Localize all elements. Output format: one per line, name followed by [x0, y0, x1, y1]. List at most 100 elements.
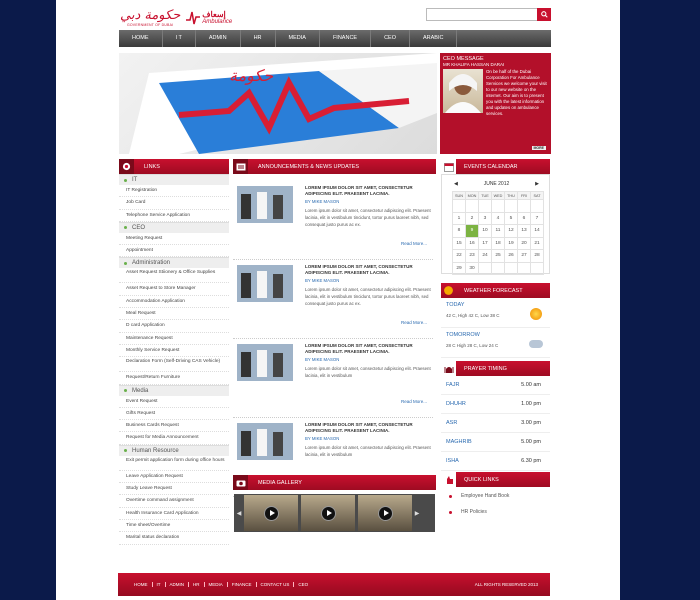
play-icon[interactable]: [263, 505, 279, 521]
calendar-day[interactable]: 29: [452, 261, 466, 275]
nav-item-7[interactable]: ARABIC: [410, 30, 458, 47]
calendar-day[interactable]: 26: [504, 249, 518, 263]
link-item[interactable]: Asset Request Stiionery & Office Supplie…: [119, 268, 229, 284]
calendar-day[interactable]: 2: [465, 211, 479, 225]
nav-item-4[interactable]: MEDIA: [276, 30, 320, 47]
announcement-title[interactable]: LOREM IPSUM DOLOR SIT AMET, CONSECTETUR …: [305, 422, 433, 434]
link-item[interactable]: Asset Request to Store Manager: [119, 283, 229, 296]
quick-link-label[interactable]: HR Policies: [461, 509, 487, 515]
gallery-video[interactable]: [358, 495, 412, 531]
link-item[interactable]: Event Request: [119, 396, 229, 408]
calendar-day[interactable]: 14: [530, 224, 544, 238]
calendar-day[interactable]: 4: [491, 211, 505, 225]
link-item[interactable]: Leave Application Request: [119, 471, 229, 484]
link-item[interactable]: Request/Return Furniture: [119, 372, 229, 385]
nav-item-6[interactable]: CEO: [371, 30, 410, 47]
nav-item-2[interactable]: ADMIN: [196, 30, 241, 47]
play-icon[interactable]: [377, 505, 393, 521]
nav-item-0[interactable]: HOME: [119, 30, 163, 47]
calendar-day[interactable]: 9: [465, 224, 479, 238]
footer-link[interactable]: HR: [189, 582, 205, 587]
calendar-day[interactable]: 13: [517, 224, 531, 238]
announcement-photo[interactable]: [237, 344, 293, 381]
calendar-day[interactable]: 15: [452, 236, 466, 250]
announcement-author[interactable]: BY MIKE MASON: [305, 357, 339, 362]
read-more-link[interactable]: Read More...: [401, 320, 427, 325]
quick-link[interactable]: HR Policies: [441, 504, 550, 520]
link-item[interactable]: D card Application: [119, 320, 229, 333]
calendar-day[interactable]: 1: [452, 211, 466, 225]
calendar-day[interactable]: 11: [491, 224, 505, 238]
calendar-day[interactable]: 20: [517, 236, 531, 250]
link-item[interactable]: Overtime command assignment: [119, 495, 229, 508]
header-logos[interactable]: حكومة دبي GOVERNMENT OF DUBAI إسعاف Ambu…: [120, 7, 232, 29]
link-item[interactable]: Business Cards Request: [119, 420, 229, 433]
link-item[interactable]: Time sheet/Overtime: [119, 520, 229, 533]
footer-link[interactable]: MEDIA: [205, 582, 228, 587]
link-item[interactable]: Request for Media Announcement: [119, 432, 229, 445]
announcement-title[interactable]: LOREM IPSUM DOLOR SIT AMET, CONSECTETUR …: [305, 264, 433, 276]
calendar-day[interactable]: 24: [478, 249, 492, 263]
search-input[interactable]: [426, 8, 537, 21]
calendar-day[interactable]: 21: [530, 236, 544, 250]
calendar-day[interactable]: 7: [530, 211, 544, 225]
calendar-day[interactable]: 10: [478, 224, 492, 238]
gov-dubai-logo[interactable]: حكومة دبي GOVERNMENT OF DUBAI: [120, 9, 180, 27]
calendar-day[interactable]: 25: [491, 249, 505, 263]
link-item[interactable]: Accommodation Application: [119, 296, 229, 309]
footer-link[interactable]: FINANCE: [228, 582, 257, 587]
announcement-author[interactable]: BY MIKE MASON: [305, 278, 339, 283]
play-icon[interactable]: [320, 505, 336, 521]
nav-item-5[interactable]: FINANCE: [320, 30, 372, 47]
link-item[interactable]: Maintenance Request: [119, 333, 229, 345]
link-item[interactable]: Marital status declaration: [119, 532, 229, 545]
announcement-title[interactable]: LOREM IPSUM DOLOR SIT AMET, CONSECTETUR …: [305, 185, 433, 197]
link-item[interactable]: IT Registration: [119, 185, 229, 198]
footer-link[interactable]: IT: [153, 582, 166, 587]
calendar-day[interactable]: 12: [504, 224, 518, 238]
calendar-day[interactable]: 30: [465, 261, 479, 275]
calendar-day[interactable]: 16: [465, 236, 479, 250]
announcement-author[interactable]: BY MIKE MASON: [305, 436, 339, 441]
quick-link[interactable]: Employee Hand Book: [441, 488, 550, 504]
calendar-day[interactable]: 5: [504, 211, 518, 225]
calendar-day[interactable]: 17: [478, 236, 492, 250]
footer-link[interactable]: CEO: [294, 582, 312, 587]
link-item[interactable]: Health Insurance Card Application: [119, 508, 229, 520]
calendar-day[interactable]: 28: [530, 249, 544, 263]
read-more-link[interactable]: Read More...: [401, 241, 427, 246]
link-item[interactable]: Study Leave Request: [119, 483, 229, 496]
gallery-video[interactable]: [244, 495, 298, 531]
link-item[interactable]: Job Card: [119, 197, 229, 210]
calendar-day[interactable]: 18: [491, 236, 505, 250]
footer-link[interactable]: ADMIN: [166, 582, 189, 587]
calendar-next-icon[interactable]: ▶: [535, 181, 539, 187]
announcement-photo[interactable]: [237, 423, 293, 460]
calendar-day[interactable]: 23: [465, 249, 479, 263]
calendar-prev-icon[interactable]: ◀: [454, 181, 458, 187]
calendar-day[interactable]: 6: [517, 211, 531, 225]
calendar-day[interactable]: 22: [452, 249, 466, 263]
calendar-day[interactable]: 27: [517, 249, 531, 263]
link-item[interactable]: Meal Request: [119, 308, 229, 321]
link-item[interactable]: Gifts Request: [119, 408, 229, 421]
nav-item-3[interactable]: HR: [241, 30, 276, 47]
ambulance-logo[interactable]: إسعاف Ambulance: [186, 10, 232, 26]
calendar-day[interactable]: 8: [452, 224, 466, 238]
link-item[interactable]: Meeting Request: [119, 233, 229, 246]
calendar-day[interactable]: 19: [504, 236, 518, 250]
read-more-link[interactable]: Read More...: [401, 399, 427, 404]
nav-item-1[interactable]: I T: [163, 30, 196, 47]
ceo-more-button[interactable]: MORE: [531, 146, 546, 150]
announcement-photo[interactable]: [237, 265, 293, 302]
calendar-day[interactable]: 3: [478, 211, 492, 225]
gallery-next-icon[interactable]: ▶: [415, 505, 420, 521]
link-item[interactable]: Monthly Service Request: [119, 345, 229, 358]
link-item[interactable]: Declaration Form (Self-Driving CAS Vehic…: [119, 357, 229, 373]
footer-link[interactable]: HOME: [130, 582, 153, 587]
link-item[interactable]: Appointment: [119, 245, 229, 258]
link-item[interactable]: Telephone Service Application: [119, 210, 229, 222]
announcement-author[interactable]: BY MIKE MASON: [305, 199, 339, 204]
link-item[interactable]: Exit permit application form during offi…: [119, 456, 229, 471]
footer-link[interactable]: CONTACT US: [257, 582, 295, 587]
